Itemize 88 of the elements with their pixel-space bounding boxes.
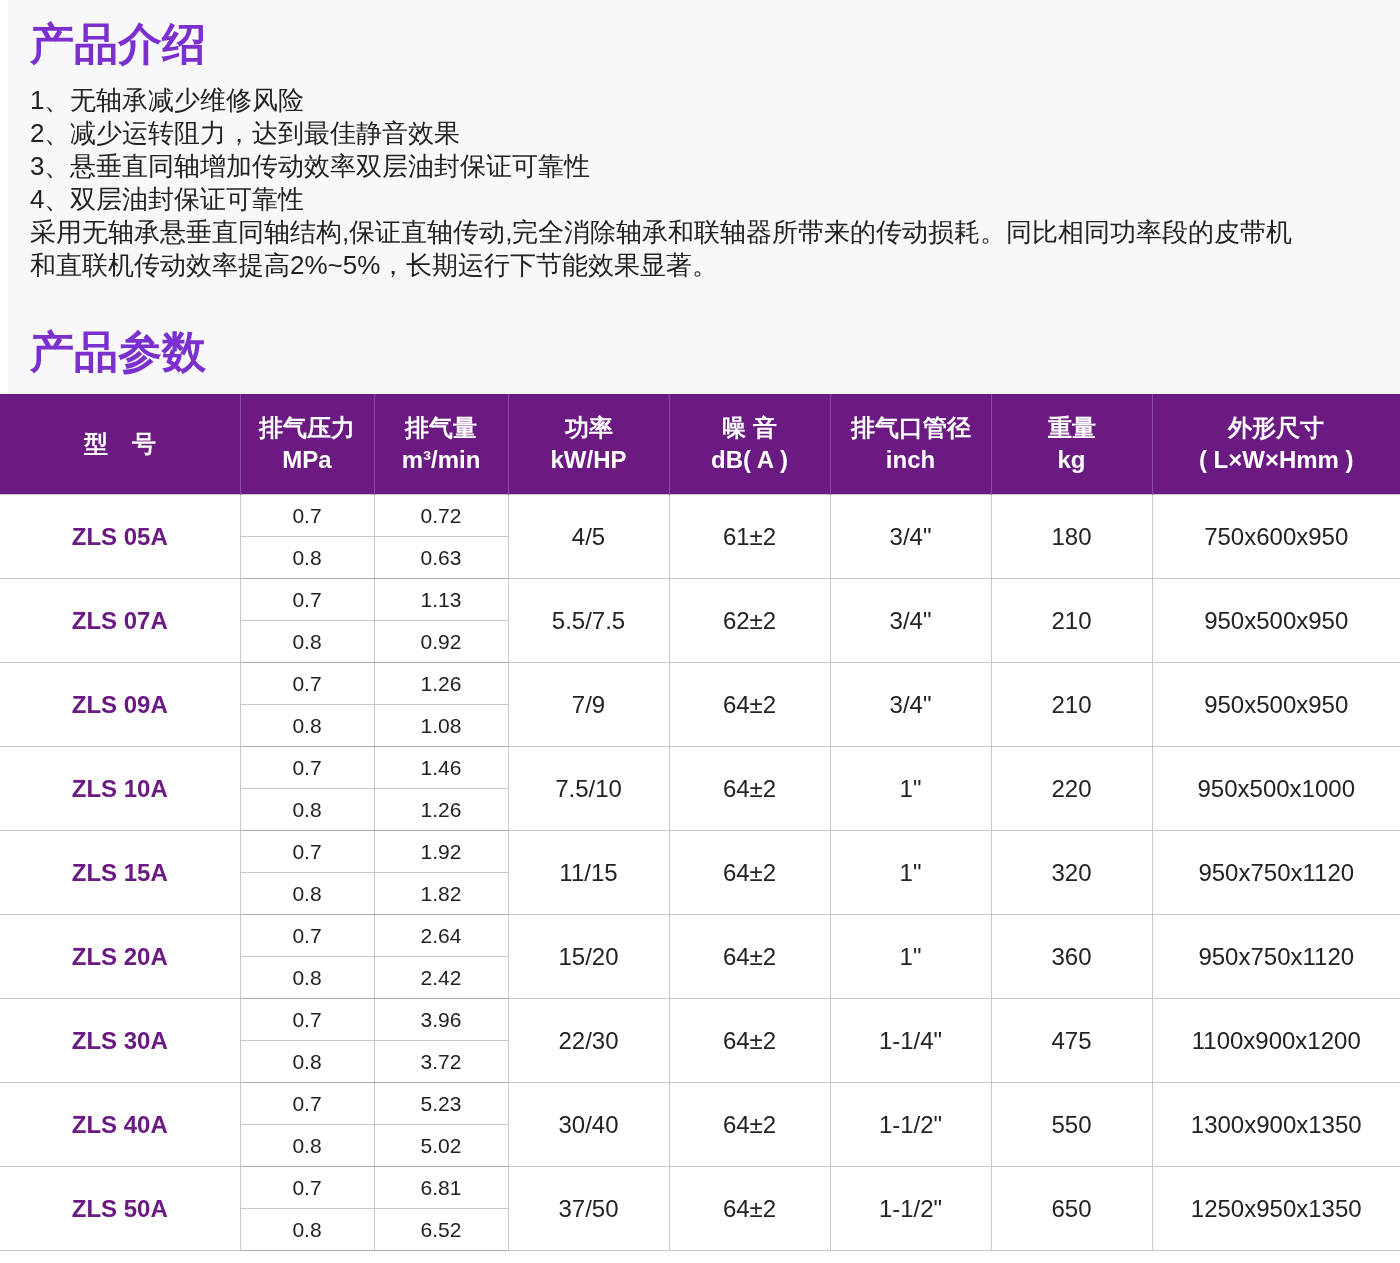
model-cell: ZLS 30A bbox=[0, 998, 240, 1083]
model-cell: ZLS 40A bbox=[0, 1082, 240, 1167]
table-cell: 1.13 bbox=[374, 578, 508, 621]
model-cell: ZLS 10A bbox=[0, 746, 240, 831]
table-cell: 5.5/7.5 bbox=[508, 578, 669, 663]
feature-item: 4、双层油封保证可靠性 bbox=[30, 183, 306, 216]
table-cell: 475 bbox=[991, 998, 1152, 1083]
table-cell: 3/4" bbox=[830, 578, 991, 663]
table-cell: 22/30 bbox=[508, 998, 669, 1083]
table-cell: 15/20 bbox=[508, 914, 669, 999]
table-cell: 220 bbox=[991, 746, 1152, 831]
table-cell: 0.7 bbox=[240, 578, 374, 621]
table-cell: 7/9 bbox=[508, 662, 669, 747]
table-cell: 1.26 bbox=[374, 662, 508, 705]
table-cell: 1" bbox=[830, 830, 991, 915]
table-cell: 0.7 bbox=[240, 830, 374, 873]
table-cell: 0.8 bbox=[240, 788, 374, 831]
column-header: 外形尺寸 ( L×W×Hmm ) bbox=[1152, 394, 1400, 495]
table-cell: 0.8 bbox=[240, 704, 374, 747]
table-cell: 64±2 bbox=[669, 662, 830, 747]
table-cell: 64±2 bbox=[669, 1082, 830, 1167]
table-cell: 4/5 bbox=[508, 494, 669, 579]
table-cell: 0.7 bbox=[240, 494, 374, 537]
table-cell: 650 bbox=[991, 1166, 1152, 1251]
table-cell: 1" bbox=[830, 746, 991, 831]
table-cell: 550 bbox=[991, 1082, 1152, 1167]
model-cell: ZLS 05A bbox=[0, 494, 240, 579]
table-cell: 0.8 bbox=[240, 956, 374, 999]
feature-item: 2、减少运转阻力，达到最佳静音效果 bbox=[30, 117, 462, 150]
section-title: 产品参数 bbox=[30, 326, 207, 378]
table-cell: 180 bbox=[991, 494, 1152, 579]
table-cell: 6.81 bbox=[374, 1166, 508, 1209]
table-cell: 0.72 bbox=[374, 494, 508, 537]
table-cell: 5.23 bbox=[374, 1082, 508, 1125]
column-header: 排气口管径 inch bbox=[830, 394, 991, 495]
table-cell: 0.8 bbox=[240, 1208, 374, 1251]
table-cell: 30/40 bbox=[508, 1082, 669, 1167]
table-cell: 0.7 bbox=[240, 914, 374, 957]
table-cell: 3.96 bbox=[374, 998, 508, 1041]
table-cell: 64±2 bbox=[669, 914, 830, 999]
table-cell: 0.7 bbox=[240, 998, 374, 1041]
table-cell: 62±2 bbox=[669, 578, 830, 663]
table-cell: 210 bbox=[991, 578, 1152, 663]
table-cell: 64±2 bbox=[669, 998, 830, 1083]
table-cell: 750x600x950 bbox=[1152, 494, 1400, 579]
column-header: 噪 音 dB( A ) bbox=[669, 394, 830, 495]
column-header: 重量 kg bbox=[991, 394, 1152, 495]
table-cell: 0.7 bbox=[240, 746, 374, 789]
table-cell: 64±2 bbox=[669, 1166, 830, 1251]
table-cell: 11/15 bbox=[508, 830, 669, 915]
table-cell: 3/4" bbox=[830, 662, 991, 747]
table-cell: 320 bbox=[991, 830, 1152, 915]
table-cell: 0.8 bbox=[240, 536, 374, 579]
table-cell: 1-1/2" bbox=[830, 1166, 991, 1251]
description-paragraph: 采用无轴承悬垂直同轴结构,保证直轴传动,完全消除轴承和联轴器所带来的传动损耗。同比相同功率段的皮带机和直联机传动效率提高2%~5%，长期运行下节能效果显著。 bbox=[30, 216, 1294, 282]
column-header: 排气量 m³/min bbox=[374, 394, 508, 495]
table-cell: 0.8 bbox=[240, 1124, 374, 1167]
table-cell: 1" bbox=[830, 914, 991, 999]
model-cell: ZLS 50A bbox=[0, 1166, 240, 1251]
feature-item: 1、无轴承减少维修风险 bbox=[30, 84, 306, 117]
table-cell: 61±2 bbox=[669, 494, 830, 579]
section-title: 产品介绍 bbox=[30, 18, 207, 70]
table-cell: 0.8 bbox=[240, 620, 374, 663]
model-cell: ZLS 07A bbox=[0, 578, 240, 663]
table-cell: 0.7 bbox=[240, 1082, 374, 1125]
column-header: 排气压力 MPa bbox=[240, 394, 374, 495]
column-header: 功率 kW/HP bbox=[508, 394, 669, 495]
table-cell: 2.64 bbox=[374, 914, 508, 957]
column-header: 型 号 bbox=[0, 394, 240, 495]
model-cell: ZLS 20A bbox=[0, 914, 240, 999]
table-cell: 210 bbox=[991, 662, 1152, 747]
table-cell: 0.7 bbox=[240, 1166, 374, 1209]
table-cell: 3/4" bbox=[830, 494, 991, 579]
table-cell: 64±2 bbox=[669, 746, 830, 831]
table-cell: 1-1/2" bbox=[830, 1082, 991, 1167]
feature-item: 3、悬垂直同轴增加传动效率双层油封保证可靠性 bbox=[30, 150, 592, 183]
table-cell: 0.8 bbox=[240, 1040, 374, 1083]
table-cell: 1.46 bbox=[374, 746, 508, 789]
table-cell: 0.7 bbox=[240, 662, 374, 705]
table-cell: 37/50 bbox=[508, 1166, 669, 1251]
table-cell: 1-1/4" bbox=[830, 998, 991, 1083]
table-cell: 360 bbox=[991, 914, 1152, 999]
model-cell: ZLS 15A bbox=[0, 830, 240, 915]
table-cell: 64±2 bbox=[669, 830, 830, 915]
model-cell: ZLS 09A bbox=[0, 662, 240, 747]
table-cell: 7.5/10 bbox=[508, 746, 669, 831]
table-cell: 0.8 bbox=[240, 872, 374, 915]
table-cell: 1.92 bbox=[374, 830, 508, 873]
